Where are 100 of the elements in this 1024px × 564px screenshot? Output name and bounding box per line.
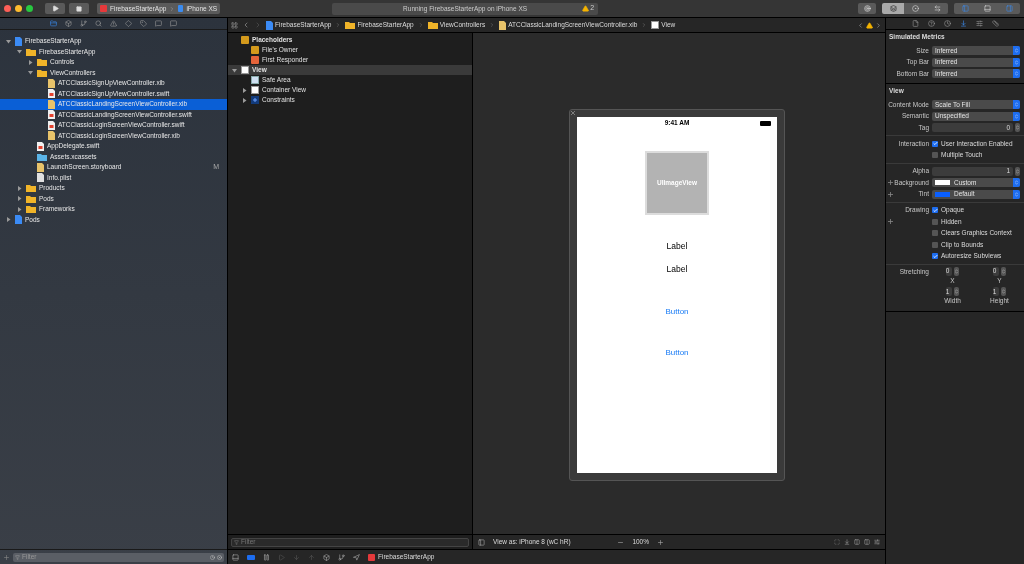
clear-icon[interactable]: [217, 554, 222, 560]
location-icon[interactable]: [353, 553, 360, 561]
grid-icon[interactable]: [231, 21, 238, 29]
expanded-triangle-icon[interactable]: [231, 67, 237, 73]
interface-file-icon: [37, 162, 44, 172]
stop-icon: [76, 5, 82, 12]
up-down-arrows-icon: [1015, 125, 1020, 130]
navigator-toggle-button[interactable]: [954, 3, 976, 14]
interface-file-icon: [48, 131, 55, 141]
chevron-right-icon: [169, 5, 176, 12]
button-element[interactable]: Button: [665, 302, 689, 322]
view-icon: [241, 66, 249, 74]
file-icon[interactable]: [911, 20, 919, 27]
stepper-control[interactable]: [1015, 123, 1020, 132]
checkbox[interactable]: [932, 152, 938, 158]
checkbox[interactable]: [932, 140, 938, 147]
tag-icon[interactable]: [140, 20, 147, 27]
add-icon[interactable]: [3, 553, 10, 561]
stepper-control[interactable]: [1001, 266, 1007, 276]
stepper-control[interactable]: [954, 266, 960, 276]
safe-area-icon: [251, 76, 259, 84]
app-icon: [100, 5, 107, 12]
embed-icon[interactable]: [844, 539, 850, 545]
zoom-in-icon[interactable]: [657, 538, 664, 546]
branch-icon[interactable]: [338, 553, 345, 561]
checkbox[interactable]: [932, 207, 938, 213]
interface-file-icon: [499, 20, 507, 30]
up-down-arrows-icon: [1013, 69, 1020, 78]
warning-icon[interactable]: [866, 21, 873, 29]
bottom-panel-icon[interactable]: [232, 553, 239, 561]
chevron-right-icon: [489, 22, 496, 28]
minimize-icon[interactable]: [15, 5, 22, 12]
interface-file-icon: [48, 99, 55, 109]
clock-icon[interactable]: [210, 554, 215, 560]
outline-toggle-icon[interactable]: [478, 538, 485, 546]
button-element[interactable]: Button: [665, 343, 689, 363]
assistant-editor-button[interactable]: [904, 3, 926, 14]
speech-bubble-icon[interactable]: [170, 20, 177, 27]
checkbox[interactable]: [932, 241, 938, 248]
standard-editor-button[interactable]: [882, 3, 904, 14]
filter-icon: [234, 539, 239, 545]
pin-icon[interactable]: [864, 539, 870, 545]
ruler-icon[interactable]: [991, 20, 999, 27]
up-down-arrows-icon: [954, 268, 960, 274]
stepper-control[interactable]: [1001, 287, 1007, 296]
align-icon[interactable]: [854, 539, 860, 545]
target-icon: [863, 5, 871, 12]
swift-file-icon: [37, 141, 44, 151]
arrows-icon: [933, 5, 941, 12]
breakpoints-icon[interactable]: [247, 554, 255, 560]
interface-file-icon: [48, 78, 55, 88]
forward-icon[interactable]: [254, 21, 262, 29]
sliders-icon[interactable]: [975, 20, 983, 27]
folder-icon[interactable]: [50, 20, 57, 27]
box-icon[interactable]: [65, 20, 72, 27]
close-icon[interactable]: [4, 5, 11, 12]
close-icon[interactable]: [571, 111, 575, 115]
up-down-arrows-icon: [1013, 178, 1020, 187]
diamond-icon[interactable]: [125, 20, 132, 27]
play-icon: [51, 5, 59, 12]
branch-icon[interactable]: [80, 20, 87, 27]
project-file-icon: [15, 215, 22, 225]
stop-button[interactable]: [69, 3, 89, 14]
folder-icon: [37, 152, 47, 161]
warning-icon: [582, 5, 590, 12]
filter-icon: [15, 554, 20, 560]
zoom-icon[interactable]: [26, 5, 33, 12]
up-down-arrows-icon: [1013, 46, 1020, 55]
clock-icon[interactable]: [943, 20, 951, 27]
search-icon[interactable]: [95, 20, 102, 27]
library-button[interactable]: [858, 3, 876, 14]
back-icon[interactable]: [242, 21, 250, 29]
view-icon: [251, 86, 259, 94]
folder-icon: [427, 21, 438, 29]
plus-icon[interactable]: [888, 219, 893, 224]
label-element: Label: [666, 263, 688, 277]
up-down-arrows-icon: [1013, 100, 1020, 109]
plus-icon[interactable]: [888, 180, 893, 185]
box-icon[interactable]: [323, 553, 330, 561]
help-icon[interactable]: [927, 20, 935, 27]
checkbox[interactable]: [932, 218, 938, 225]
project-file-icon: [15, 36, 22, 46]
plist-file-icon: [37, 173, 44, 183]
expanded-triangle-icon[interactable]: [27, 70, 33, 76]
version-editor-button[interactable]: [926, 3, 948, 14]
sliders-icon[interactable]: [874, 539, 880, 545]
speech-bubble-icon[interactable]: [155, 20, 162, 27]
run-button[interactable]: [45, 3, 65, 14]
circles-icon: [911, 5, 919, 12]
stepper-control[interactable]: [954, 287, 960, 296]
project-file-icon: [266, 20, 273, 30]
arrow-down-icon[interactable]: [959, 20, 967, 27]
stepper-control[interactable]: [1015, 166, 1020, 176]
plus-icon[interactable]: [888, 191, 893, 197]
checkbox[interactable]: [932, 230, 938, 236]
inspector-toggle-button[interactable]: [998, 3, 1020, 14]
label-element: Label: [666, 240, 688, 254]
pause-icon[interactable]: [263, 553, 270, 561]
collapsed-triangle-icon[interactable]: [27, 59, 33, 65]
checkbox[interactable]: [932, 253, 938, 259]
